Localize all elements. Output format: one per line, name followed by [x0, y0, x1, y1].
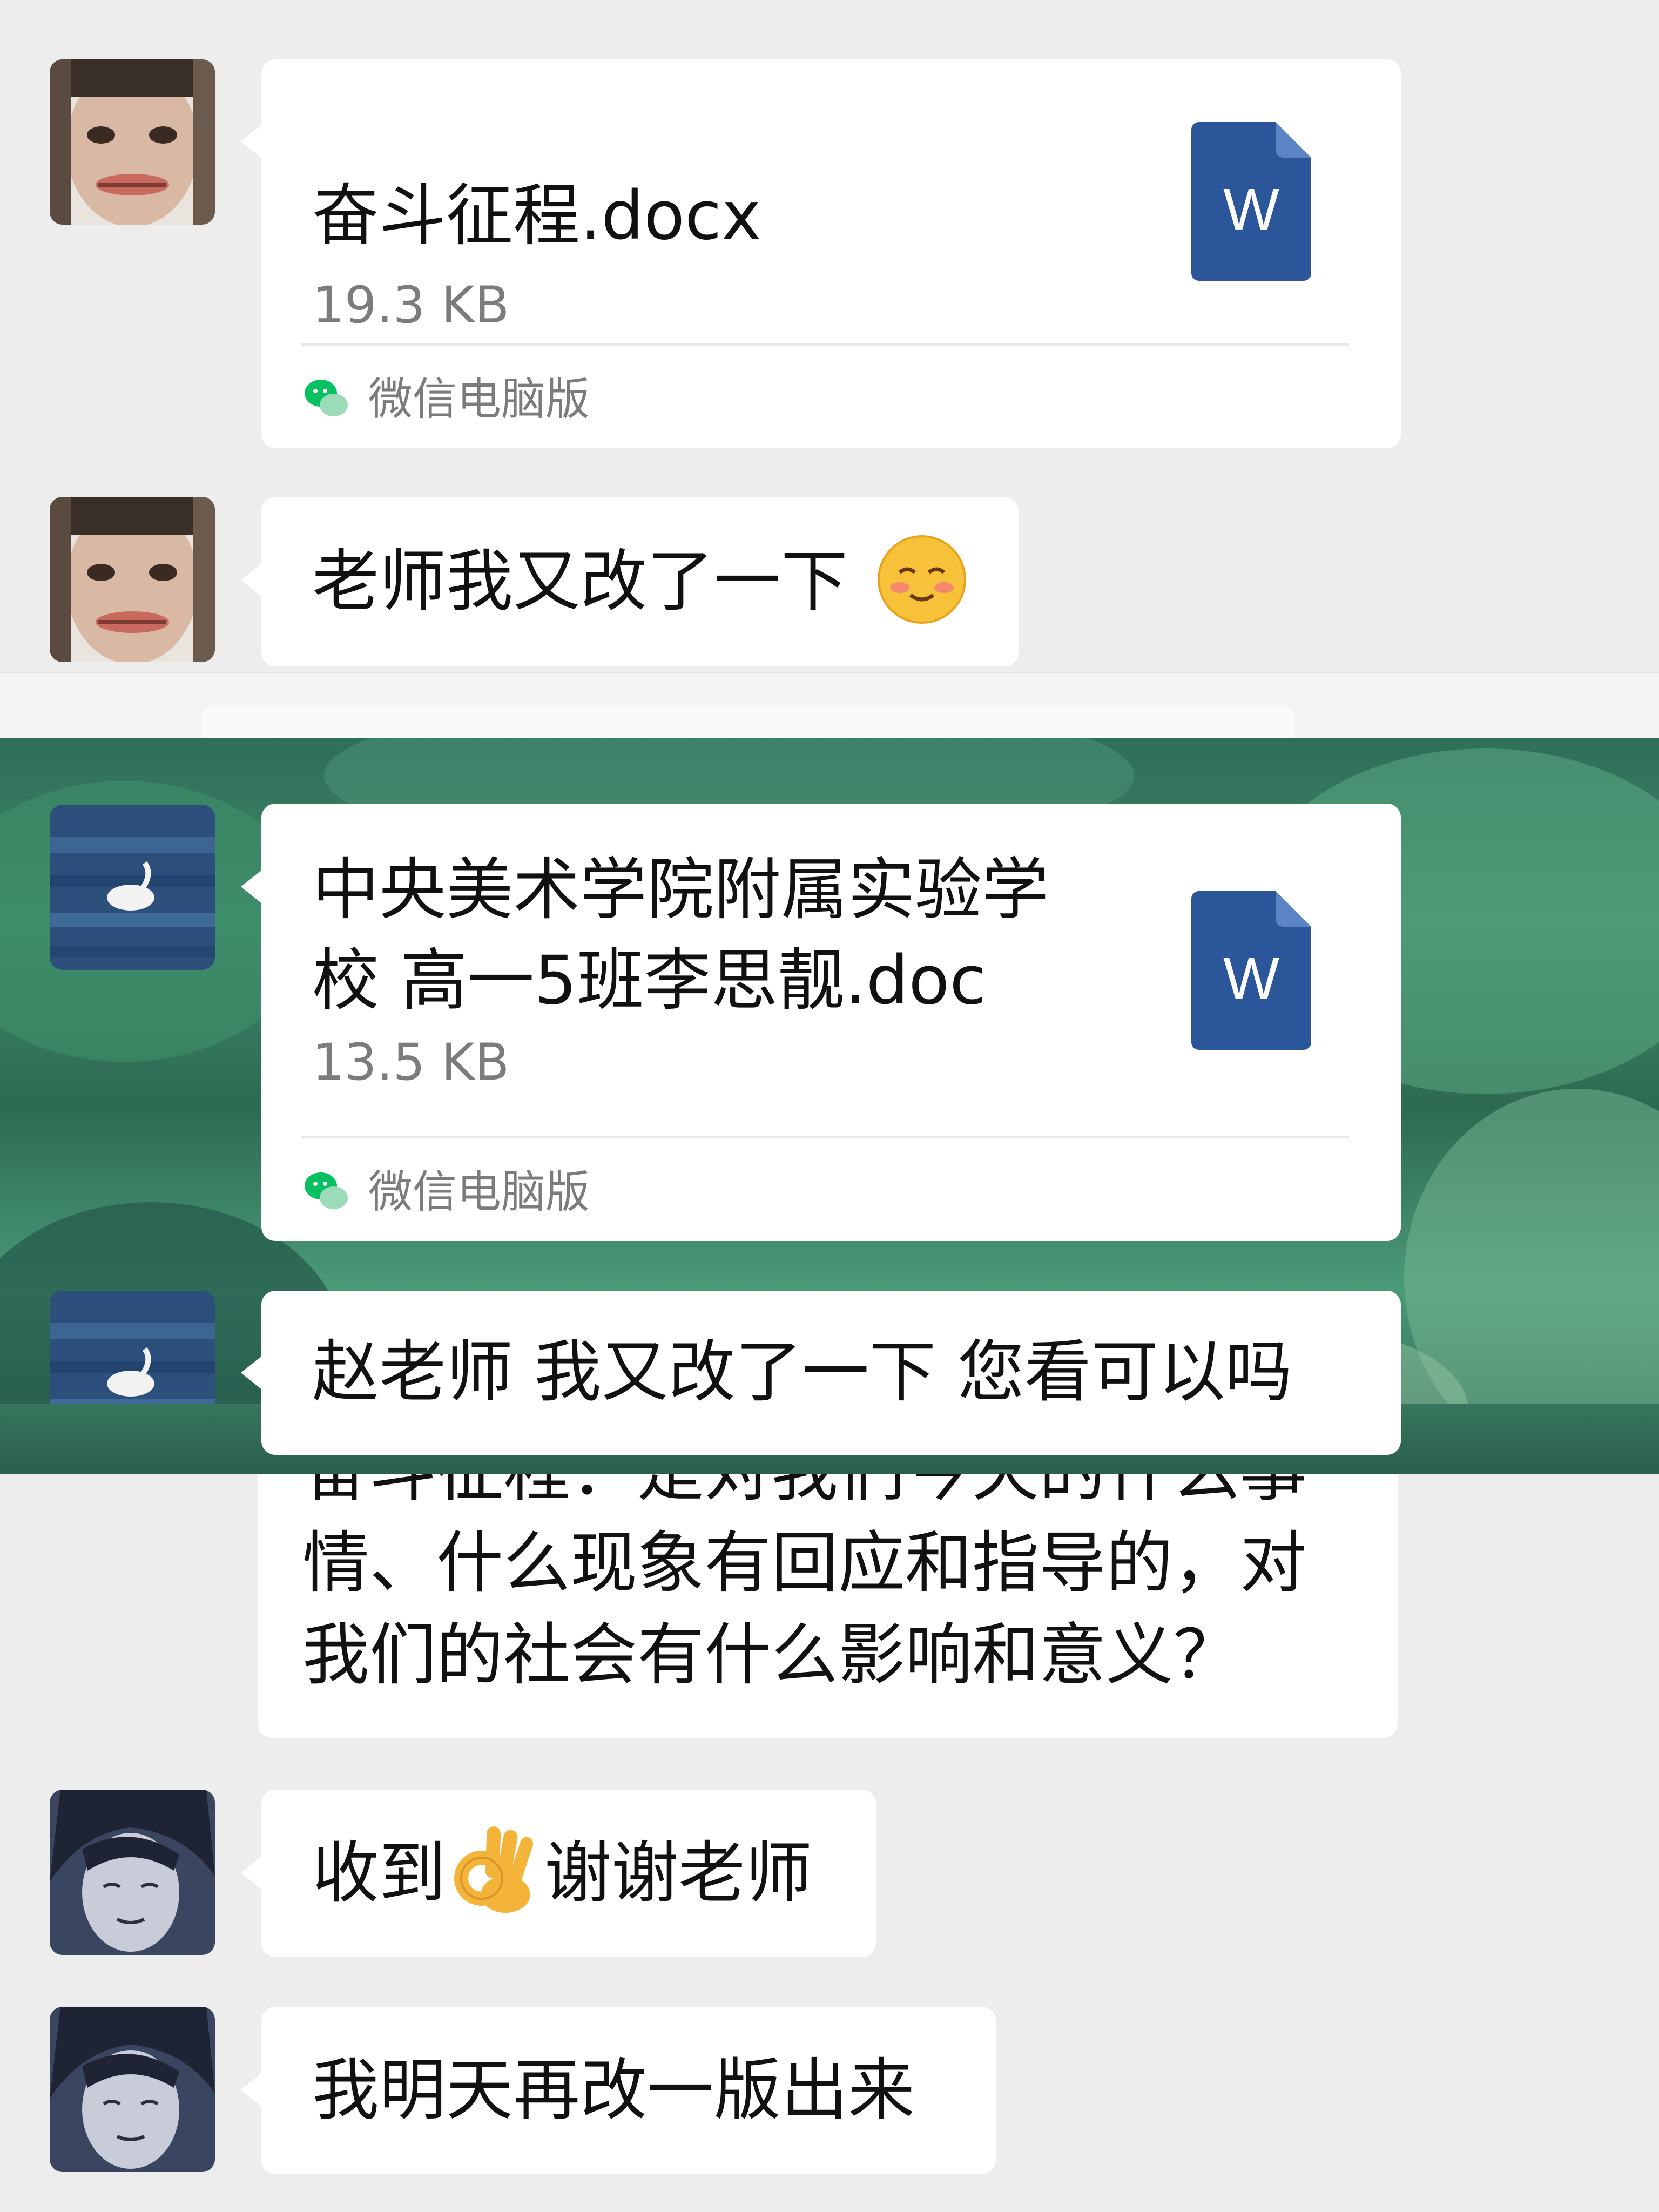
avatar-swan[interactable]: [50, 805, 215, 970]
message-line-2: 情、什么现象有回应和指导的，对: [302, 1525, 1307, 1602]
message-line-3: 我们的社会有什么影响和意义？: [302, 1616, 1240, 1694]
wechat-icon: [301, 1166, 351, 1216]
file-size: 13.5 KB: [312, 1033, 510, 1092]
word-doc-icon: W: [1191, 891, 1311, 1050]
word-icon-letter: W: [1223, 946, 1279, 1012]
bubble-tail: [241, 869, 262, 904]
avatar-anime-image: [50, 1790, 215, 1955]
file-message-bubble-1[interactable]: 奋斗征程.docx 19.3 KB W 微信电脑版: [241, 59, 1401, 448]
clip-overlay: [0, 1404, 1659, 1474]
text-message-bubble-6[interactable]: 收到 谢谢老师: [241, 1790, 876, 1957]
text-message-bubble-4-bottom: [261, 1404, 1401, 1455]
avatar-swan-image: [50, 805, 215, 970]
blushing-face-emoji: [877, 535, 967, 624]
message-text-before-emoji: 收到: [312, 1835, 447, 1912]
file-message-bubble-3[interactable]: 中央美术学院附属实验学 校 高一5班李思靓.doc 13.5 KB W 微信电脑…: [241, 804, 1401, 1241]
message-text: 我明天再改一版出来: [312, 2052, 915, 2129]
text-message-bubble-7[interactable]: 我明天再改一版出来: [241, 2007, 996, 2174]
file-size: 19.3 KB: [312, 276, 510, 335]
word-icon-letter: W: [1223, 177, 1279, 243]
file-name: 奋斗征程.docx: [312, 177, 761, 255]
avatar-photo-face[interactable]: [50, 497, 215, 662]
message-text: 老师我又改了一下: [312, 543, 848, 621]
avatar-photo-face-image: [50, 497, 215, 662]
divider: [301, 343, 1349, 346]
word-doc-icon: W: [1191, 122, 1311, 281]
avatar-anime[interactable]: [50, 2007, 215, 2172]
text-message-bubble-2[interactable]: 老师我又改了一下: [241, 497, 1019, 666]
bubble-tail: [241, 1355, 262, 1390]
message-text-after-emoji: 谢谢老师: [544, 1835, 813, 1912]
wechat-icon: [301, 374, 351, 423]
ok-hand-emoji: [451, 1824, 538, 1916]
divider: [301, 1136, 1349, 1138]
source-label: 微信电脑版: [368, 1166, 590, 1218]
bubble-tail: [241, 1856, 262, 1890]
file-name-line-1: 中央美术学院附属实验学: [312, 851, 1049, 929]
avatar-anime[interactable]: [50, 1790, 215, 1955]
avatar-anime-image: [50, 2007, 215, 2172]
source-label: 微信电脑版: [368, 374, 590, 425]
bubble-tail: [241, 2073, 262, 2107]
bubble-tail: [241, 124, 262, 159]
bubble-tail: [241, 563, 262, 597]
avatar-photo-face-image: [50, 59, 215, 225]
avatar-photo-face[interactable]: [50, 59, 215, 225]
file-name-line-2: 校 高一5班李思靓.doc: [312, 942, 987, 1020]
